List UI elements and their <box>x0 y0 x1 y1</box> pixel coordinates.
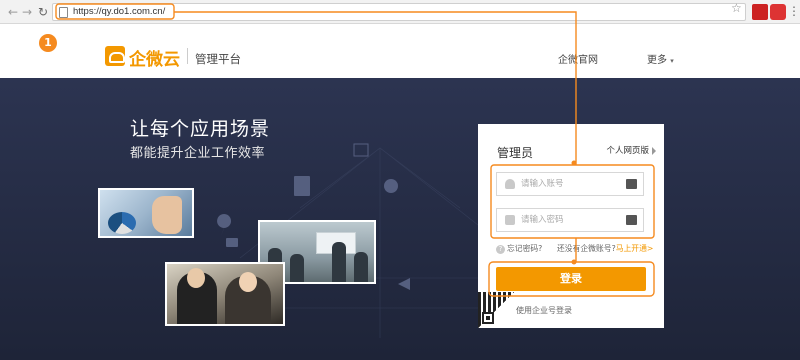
hero-photo-chart <box>98 188 194 238</box>
page-info-icon[interactable] <box>59 7 68 18</box>
person-image <box>290 254 304 282</box>
no-account-label: 还没有企微账号? <box>557 244 616 253</box>
back-icon[interactable]: ← <box>6 4 20 20</box>
wechat-login-link[interactable]: 使用企业号登录 <box>516 305 572 316</box>
qr-code-icon[interactable] <box>478 292 514 328</box>
switch-personal-web[interactable]: 个人网页版 <box>606 144 656 156</box>
hero-banner: 让每个应用场景 都能提升企业工作效率 <box>0 78 800 360</box>
pie-chart-image <box>108 212 136 234</box>
hero-title: 让每个应用场景 <box>130 118 271 140</box>
password-field[interactable] <box>496 208 644 232</box>
browser-toolbar: ← → ↻ https://qy.do1.com.cn/ ☆ ⋮ <box>0 0 800 24</box>
user-icon <box>505 179 515 189</box>
step-badge: 1 <box>39 34 57 52</box>
reload-icon[interactable]: ↻ <box>36 4 50 20</box>
address-bar[interactable]: https://qy.do1.com.cn/ <box>52 3 746 21</box>
nav-official-site[interactable]: 企微官网 <box>558 51 598 66</box>
site-header: 企微云 管理平台 企微官网 更多 ▾ <box>0 24 800 78</box>
hand-image <box>152 196 182 234</box>
logo-subtitle: 管理平台 <box>195 52 241 66</box>
keyboard-icon[interactable] <box>626 215 637 225</box>
person-image <box>332 242 346 282</box>
forward-icon[interactable]: → <box>20 4 34 20</box>
logo-cloud-icon <box>105 46 125 66</box>
face-image <box>239 272 257 292</box>
nav-more[interactable]: 更多 ▾ <box>647 51 674 66</box>
account-input[interactable] <box>521 177 619 191</box>
nav-more-label: 更多 <box>647 55 667 66</box>
hero-photo-business <box>165 262 285 326</box>
login-panel: 管理员 个人网页版 ?忘记密码? 还没有企微账号?马上开通> 登录 使用企业号登… <box>478 124 664 328</box>
lock-icon <box>505 215 515 225</box>
url-text: https://qy.do1.com.cn/ <box>73 6 166 17</box>
login-title: 管理员 <box>497 146 534 160</box>
forgot-password-label: 忘记密码? <box>507 244 543 253</box>
qr-finder-pattern <box>482 312 494 324</box>
person-image <box>354 252 368 282</box>
login-button[interactable]: 登录 <box>496 267 646 291</box>
extension-icon[interactable] <box>752 4 768 20</box>
help-links: ? 忘记密码? 还没有企微账号?马上开通> <box>496 243 656 255</box>
forgot-password-link[interactable]: ? 忘记密码? <box>496 243 542 254</box>
password-input[interactable] <box>521 213 619 227</box>
face-image <box>187 268 205 288</box>
browser-menu-icon[interactable]: ⋮ <box>788 4 800 18</box>
caret-down-icon: ▾ <box>670 57 674 65</box>
question-icon: ? <box>496 244 505 254</box>
open-now-link[interactable]: 马上开通> <box>616 244 654 253</box>
hero-subtitle: 都能提升企业工作效率 <box>130 146 266 161</box>
extension-icon[interactable] <box>770 4 786 20</box>
logo-text[interactable]: 企微云 <box>129 45 180 70</box>
bookmark-star-icon[interactable]: ☆ <box>731 1 742 15</box>
account-field[interactable] <box>496 172 644 196</box>
keyboard-icon[interactable] <box>626 179 637 189</box>
no-account-text: 还没有企微账号?马上开通> <box>557 243 653 254</box>
logo-divider <box>187 48 188 64</box>
